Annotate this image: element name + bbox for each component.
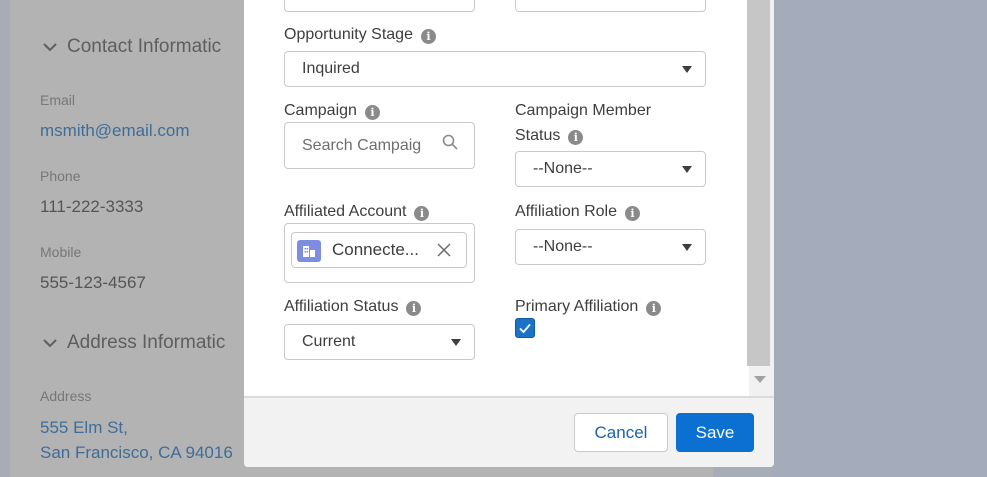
- contact-information-section-header[interactable]: Contact Informatic: [43, 36, 221, 58]
- affiliation-role-value: --None--: [533, 238, 593, 255]
- modal-body: Opportunity Stage i Inquired Campaign i Se…: [244, 0, 774, 396]
- opportunity-stage-label: Opportunity Stage i: [284, 22, 436, 47]
- save-button[interactable]: Save: [676, 413, 754, 452]
- dropdown-arrow-icon: [682, 66, 692, 73]
- contact-information-title: Contact Informatic: [67, 36, 222, 57]
- cancel-button[interactable]: Cancel: [574, 413, 668, 452]
- field-above-right[interactable]: [515, 0, 706, 12]
- opportunity-stage-select[interactable]: Inquired: [284, 51, 706, 87]
- info-icon[interactable]: i: [420, 29, 436, 44]
- chevron-down-icon: [43, 335, 61, 351]
- address-information-section-header[interactable]: Address Informatic: [43, 332, 225, 354]
- email-link[interactable]: msmith@email.com: [40, 121, 190, 141]
- affiliation-role-select[interactable]: --None--: [515, 229, 706, 265]
- phone-label: Phone: [40, 168, 81, 184]
- address-label: Address: [40, 388, 92, 404]
- affiliation-role-label: Affiliation Role i: [515, 199, 640, 224]
- phone-value: 111-222-3333: [40, 197, 144, 216]
- affiliation-status-select[interactable]: Current: [284, 324, 475, 360]
- address-line1-link[interactable]: 555 Elm St,: [40, 418, 128, 438]
- primary-affiliation-label: Primary Affiliation i: [515, 294, 662, 319]
- chevron-down-icon: [43, 39, 61, 55]
- field-above-left[interactable]: [284, 0, 475, 12]
- scroll-down-arrow-icon[interactable]: [754, 376, 766, 383]
- selected-account-pill[interactable]: Connecte...: [291, 232, 467, 268]
- info-icon[interactable]: i: [624, 206, 640, 221]
- edit-modal: Opportunity Stage i Inquired Campaign i Se…: [244, 0, 774, 467]
- backdrop-overlay: [773, 0, 987, 477]
- primary-affiliation-checkbox[interactable]: [515, 318, 535, 338]
- mobile-label: Mobile: [40, 244, 82, 260]
- selected-account-name: Connecte...: [332, 240, 419, 259]
- affiliated-account-label: Affiliated Account i: [284, 199, 430, 224]
- info-icon[interactable]: i: [406, 301, 422, 316]
- info-icon[interactable]: i: [364, 105, 380, 120]
- info-icon[interactable]: i: [646, 301, 662, 316]
- campaign-search-placeholder: Search Campaig: [302, 136, 422, 154]
- close-icon[interactable]: [436, 242, 452, 258]
- account-icon: [297, 240, 321, 262]
- checkmark-icon: [519, 323, 531, 334]
- modal-footer: Cancel Save: [244, 396, 774, 467]
- opportunity-stage-value: Inquired: [302, 60, 360, 77]
- affiliation-status-value: Current: [302, 333, 356, 350]
- dropdown-arrow-icon: [682, 244, 692, 251]
- info-icon[interactable]: i: [568, 130, 584, 145]
- dropdown-arrow-icon: [682, 166, 692, 173]
- mobile-value: 555-123-4567: [40, 273, 146, 292]
- email-label: Email: [40, 92, 76, 108]
- info-icon[interactable]: i: [414, 206, 430, 221]
- affiliated-account-lookup[interactable]: Connecte...: [284, 223, 475, 283]
- dropdown-arrow-icon: [451, 339, 461, 346]
- address-line2-link[interactable]: San Francisco, CA 94016: [40, 443, 233, 463]
- search-icon: [442, 134, 458, 150]
- affiliation-status-label: Affiliation Status i: [284, 294, 422, 319]
- campaign-member-status-value: --None--: [533, 160, 593, 177]
- campaign-member-status-label: Campaign Member Status i: [515, 102, 652, 145]
- campaign-search-input[interactable]: Search Campaig: [284, 122, 475, 169]
- campaign-label: Campaign i: [284, 98, 380, 123]
- address-information-title: Address Informatic: [67, 332, 226, 353]
- campaign-member-status-select[interactable]: --None--: [515, 151, 706, 187]
- scrollbar-thumb[interactable]: [747, 0, 770, 366]
